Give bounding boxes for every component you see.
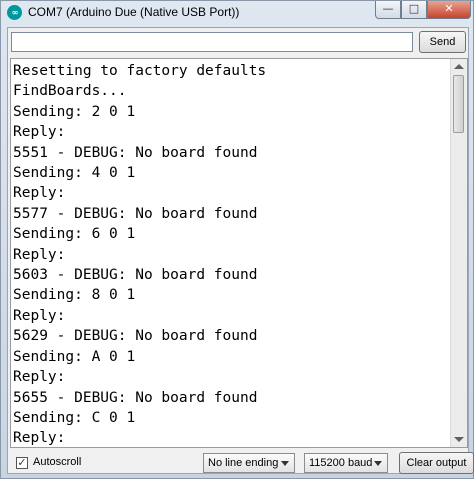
scroll-up-arrow-icon[interactable] xyxy=(454,64,464,69)
send-button[interactable]: Send xyxy=(419,31,466,53)
output-line: Sending: 6 0 1 xyxy=(13,226,136,243)
scroll-down-arrow-icon[interactable] xyxy=(454,437,464,442)
output-line: Reply: xyxy=(13,430,66,447)
output-text: Resetting to factory defaults FindBoards.… xyxy=(13,61,453,447)
close-icon: ✕ xyxy=(444,2,454,15)
serial-monitor-window: ∞ COM7 (Arduino Due (Native USB Port)) —… xyxy=(0,0,474,479)
output-line: FindBoards... xyxy=(13,83,127,100)
output-line: 5655 - DEBUG: No board found xyxy=(13,389,258,406)
baud-rate-select[interactable]: 115200 baud xyxy=(304,453,388,473)
output-line: 5629 - DEBUG: No board found xyxy=(13,328,258,345)
output-line: Sending: C 0 1 xyxy=(13,409,136,426)
minimize-button[interactable]: — xyxy=(375,1,401,19)
serial-output[interactable]: Resetting to factory defaults FindBoards.… xyxy=(10,58,468,448)
baud-rate-value: 115200 baud xyxy=(309,457,373,469)
output-line: Reply: xyxy=(13,185,66,202)
output-line: Sending: 4 0 1 xyxy=(13,165,136,182)
chevron-down-icon xyxy=(374,461,382,466)
output-line: Sending: 8 0 1 xyxy=(13,287,136,304)
output-line: 5577 - DEBUG: No board found xyxy=(13,205,258,222)
output-line: 5603 - DEBUG: No board found xyxy=(13,267,258,284)
title-bar[interactable]: ∞ COM7 (Arduino Due (Native USB Port)) —… xyxy=(1,1,473,25)
clear-output-button[interactable]: Clear output xyxy=(399,452,474,474)
output-line: Sending: 2 0 1 xyxy=(13,103,136,120)
output-line: Sending: A 0 1 xyxy=(13,348,136,365)
output-line: Reply: xyxy=(13,307,66,324)
output-line: Reply: xyxy=(13,369,66,386)
maximize-icon: □ xyxy=(408,2,420,15)
output-line: Reply: xyxy=(13,124,66,141)
autoscroll-checkbox[interactable]: ✓ xyxy=(16,457,28,469)
client-area: Send Resetting to factory defaults FindBo… xyxy=(7,27,474,474)
output-line: 5551 - DEBUG: No board found xyxy=(13,144,258,161)
output-line: Reply: xyxy=(13,246,66,263)
autoscroll-label: Autoscroll xyxy=(33,456,82,468)
send-input[interactable] xyxy=(11,32,413,52)
line-ending-value: No line ending xyxy=(208,457,279,469)
vertical-scrollbar[interactable] xyxy=(450,59,467,447)
close-button[interactable]: ✕ xyxy=(427,1,471,19)
arduino-icon: ∞ xyxy=(7,5,22,20)
scroll-thumb[interactable] xyxy=(453,75,464,133)
checkmark-icon: ✓ xyxy=(17,456,27,469)
minimize-icon: — xyxy=(382,2,394,15)
window-title: COM7 (Arduino Due (Native USB Port)) xyxy=(28,5,240,19)
maximize-button[interactable]: □ xyxy=(401,1,427,19)
output-line: Resetting to factory defaults xyxy=(13,63,267,79)
chevron-down-icon xyxy=(281,461,289,466)
line-ending-select[interactable]: No line ending xyxy=(203,453,295,473)
